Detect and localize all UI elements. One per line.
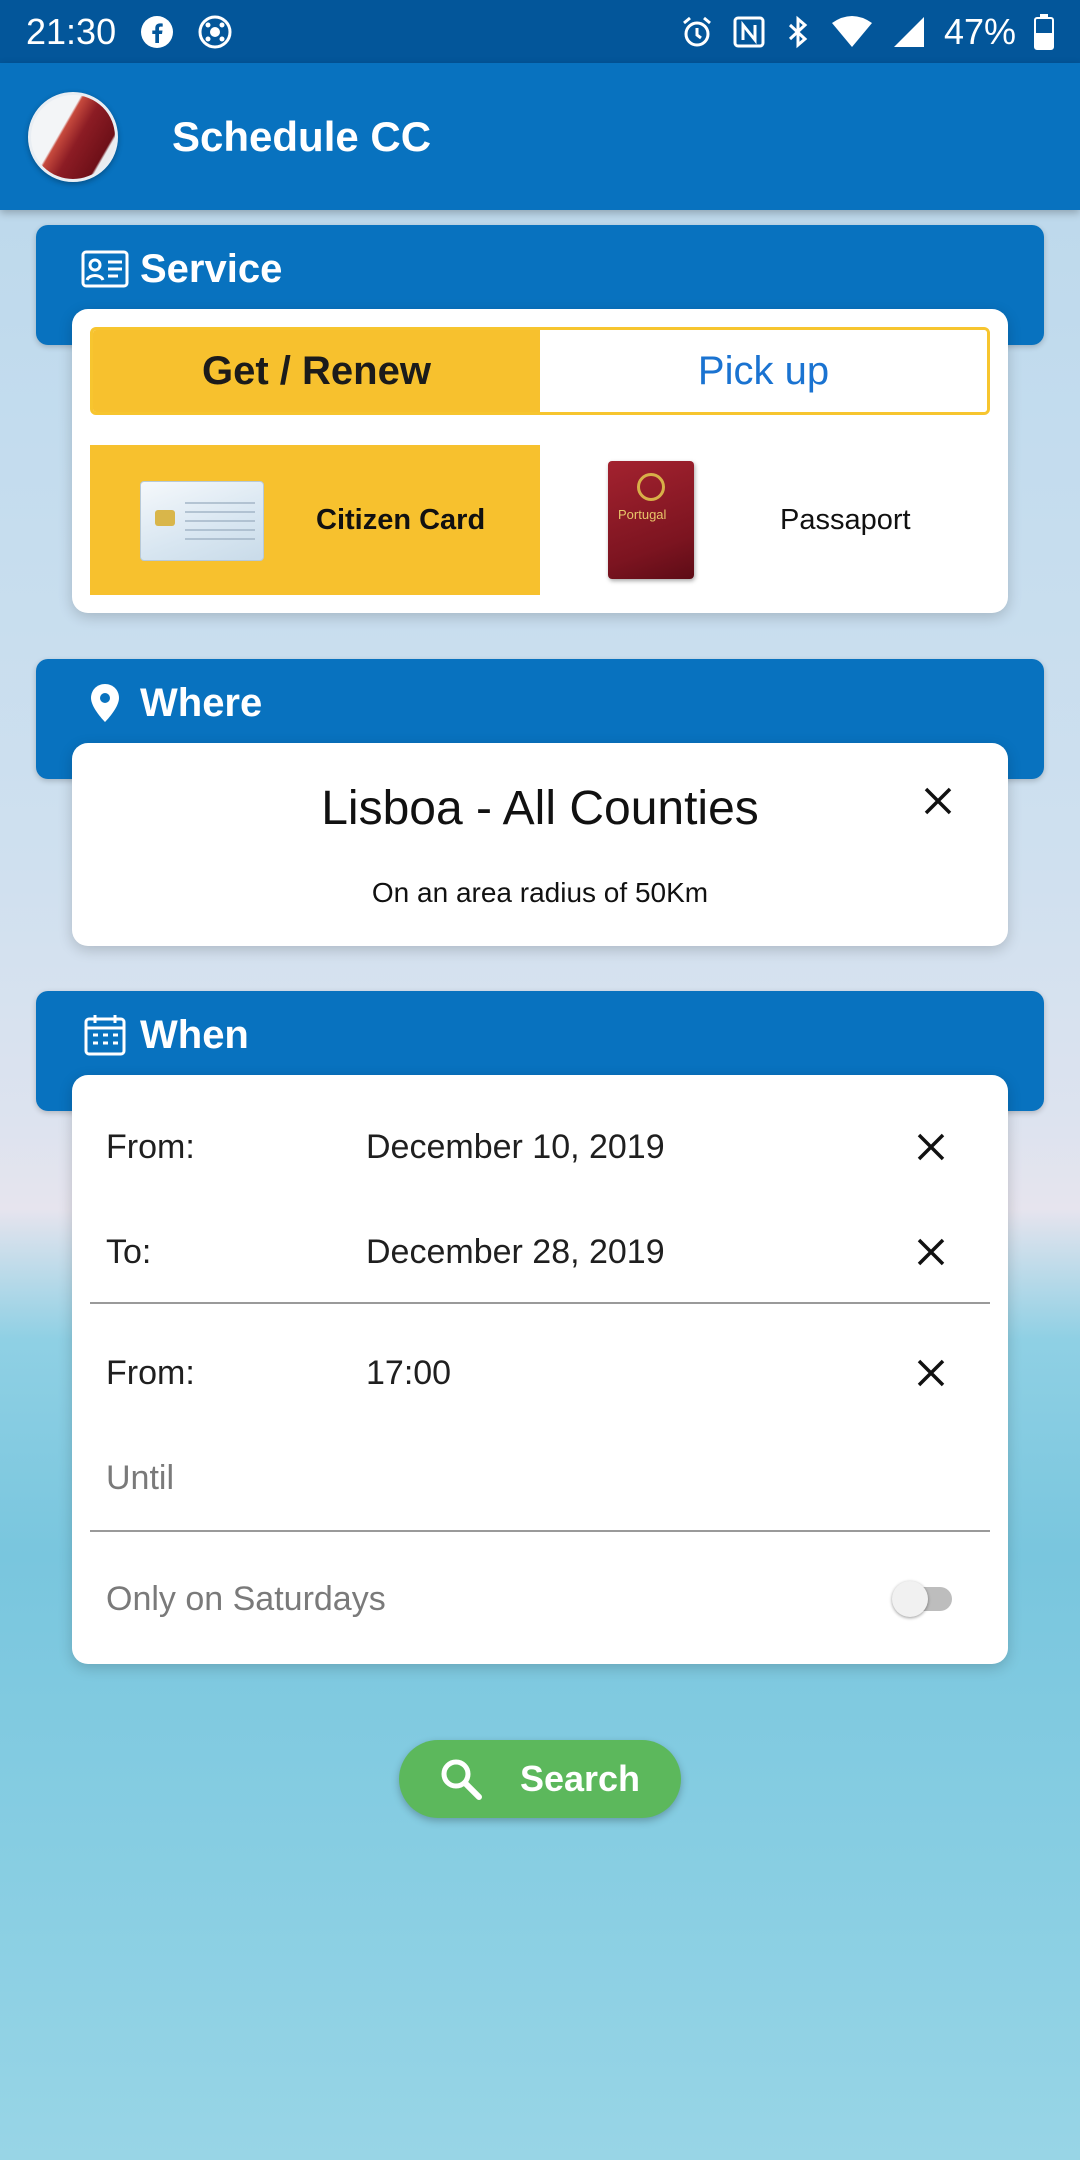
passport-card-logo bbox=[28, 91, 118, 182]
service-type-toggle: Get / Renew Pick up bbox=[90, 327, 990, 415]
tab-pick-up[interactable]: Pick up bbox=[540, 330, 987, 412]
search-label: Search bbox=[519, 1758, 641, 1799]
citizen-card-image bbox=[140, 481, 264, 561]
passport-cover-text: Portugal bbox=[618, 507, 667, 522]
citizen-card-option[interactable]: Citizen Card bbox=[90, 445, 540, 595]
when-title: When bbox=[140, 1013, 249, 1057]
tab-get-renew[interactable]: Get / Renew bbox=[93, 330, 540, 412]
time-from-row[interactable]: From: 17:00 bbox=[72, 1333, 1008, 1413]
bluetooth-icon bbox=[784, 15, 812, 49]
where-title: Where bbox=[140, 681, 263, 725]
location-pin-icon bbox=[80, 681, 130, 725]
clear-location-close-icon[interactable] bbox=[918, 781, 958, 821]
time-from-label: From: bbox=[106, 1353, 195, 1392]
saturdays-toggle[interactable] bbox=[892, 1581, 952, 1617]
status-bar: 21:30 47% bbox=[0, 0, 1080, 63]
signal-icon bbox=[892, 15, 926, 49]
battery-percent: 47% bbox=[943, 10, 1016, 52]
clear-date-from-close-icon[interactable] bbox=[911, 1127, 951, 1167]
date-to-row[interactable]: To: December 28, 2019 bbox=[72, 1212, 1008, 1292]
date-from-row[interactable]: From: December 10, 2019 bbox=[72, 1107, 1008, 1187]
date-to-value[interactable]: December 28, 2019 bbox=[366, 1233, 665, 1272]
facebook-icon bbox=[140, 15, 174, 49]
date-to-label: To: bbox=[106, 1232, 152, 1271]
clear-time-from-close-icon[interactable] bbox=[911, 1353, 951, 1393]
location-name: Lisboa - All Counties bbox=[321, 782, 759, 835]
document-type-selector: Citizen Card Portugal Passaport bbox=[90, 445, 990, 595]
wifi-icon bbox=[830, 15, 874, 49]
saturdays-label: Only on Saturdays bbox=[106, 1579, 386, 1618]
alarm-icon bbox=[680, 15, 714, 49]
where-card[interactable]: Lisboa - All Counties On an area radius … bbox=[72, 743, 1008, 946]
passport-option[interactable]: Portugal Passaport bbox=[540, 445, 990, 595]
saturdays-row: Only on Saturdays bbox=[72, 1559, 1008, 1639]
search-button[interactable]: Search bbox=[399, 1740, 681, 1818]
app-title: Schedule CC bbox=[172, 112, 432, 160]
nfc-icon bbox=[732, 15, 766, 49]
when-card: From: December 10, 2019 To: December 28,… bbox=[72, 1075, 1008, 1664]
location-radius: On an area radius of 50Km bbox=[371, 877, 709, 908]
clear-date-to-close-icon[interactable] bbox=[911, 1232, 951, 1272]
date-from-label: From: bbox=[106, 1127, 195, 1166]
search-icon bbox=[440, 1758, 482, 1800]
time-saturday-divider bbox=[90, 1530, 990, 1532]
service-title: Service bbox=[140, 247, 283, 291]
time-until-row[interactable]: Until bbox=[72, 1438, 1008, 1518]
id-card-icon bbox=[80, 247, 130, 291]
citizen-card-label: Citizen Card bbox=[316, 503, 486, 536]
date-time-divider bbox=[90, 1302, 990, 1304]
time-from-value[interactable]: 17:00 bbox=[366, 1354, 451, 1393]
soccer-ball-icon bbox=[198, 15, 232, 49]
battery-icon bbox=[1034, 13, 1054, 50]
status-time: 21:30 bbox=[26, 10, 117, 52]
calendar-icon bbox=[80, 1013, 130, 1057]
passport-image: Portugal bbox=[608, 461, 694, 579]
time-until-placeholder[interactable]: Until bbox=[106, 1459, 174, 1498]
service-card: Get / Renew Pick up Citizen Card Portuga… bbox=[72, 309, 1008, 613]
app-bar: Schedule CC bbox=[0, 63, 1080, 210]
toggle-knob bbox=[892, 1581, 928, 1617]
passport-label: Passaport bbox=[780, 503, 911, 536]
date-from-value[interactable]: December 10, 2019 bbox=[366, 1128, 665, 1167]
